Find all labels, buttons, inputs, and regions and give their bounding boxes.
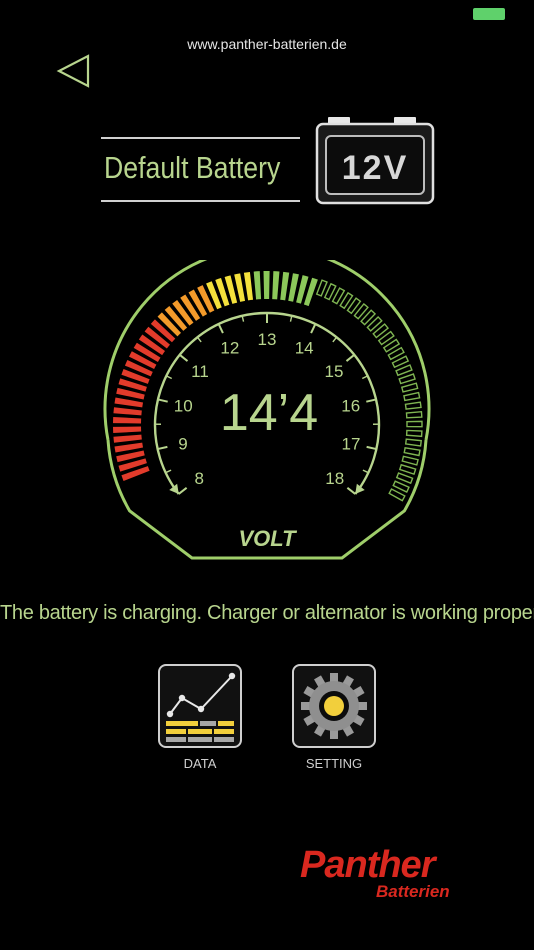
- gauge-level-segment: [113, 407, 142, 416]
- gauge-reading: 14’4: [220, 384, 318, 442]
- gauge-level-segment: [272, 271, 280, 300]
- gauge-minor-tick: [166, 375, 173, 380]
- gauge-outer-segment: [398, 373, 416, 385]
- gauge-level-segment: [114, 397, 144, 408]
- gauge-tick-label: 11: [191, 362, 209, 381]
- gauge-major-tick: [178, 487, 188, 495]
- battery-name-top-rule: [101, 137, 300, 139]
- battery-name-bottom-rule: [101, 200, 300, 202]
- gauge-minor-tick: [362, 469, 369, 474]
- gauge-outer-segment: [395, 364, 413, 377]
- back-arrow-icon[interactable]: [54, 52, 94, 92]
- gauge-major-tick: [346, 487, 356, 495]
- gauge-outer-segment: [404, 438, 422, 447]
- gauge-level-segment: [263, 270, 270, 300]
- gauge-level-segment: [113, 426, 142, 433]
- gauge-outer-segment: [398, 463, 417, 476]
- gauge-tick-label: 10: [174, 396, 193, 415]
- gauge-tick-label: 14: [295, 338, 314, 357]
- gauge-tick-label: 18: [325, 469, 344, 488]
- gauge-tick-label: 13: [258, 330, 277, 349]
- battery-voltage-badge[interactable]: 12V: [314, 114, 436, 206]
- gauge-major-tick: [179, 354, 189, 362]
- logo-subtitle: Batterien: [376, 882, 450, 901]
- gauge-outer-segment: [403, 391, 421, 402]
- gauge-major-tick: [345, 354, 355, 362]
- gauge-level-segment: [113, 417, 142, 424]
- gauge-tick-label: 8: [194, 469, 203, 488]
- battery-name[interactable]: Default Battery: [104, 150, 280, 186]
- gauge-major-tick: [157, 398, 168, 403]
- gauge-outer-segment: [401, 455, 419, 466]
- gauge-minor-tick: [332, 336, 338, 343]
- gauge-outer-segment: [405, 429, 423, 438]
- gauge-outer-segment: [405, 410, 423, 419]
- gauge-major-tick: [310, 323, 317, 334]
- status-battery-icon: [473, 8, 505, 20]
- gauge-outer-segment: [404, 401, 422, 410]
- gauge-level-segment: [114, 442, 144, 453]
- gauge-outer-segment: [388, 488, 406, 502]
- gauge-major-tick: [217, 323, 224, 334]
- data-button[interactable]: [158, 664, 242, 748]
- gauge-major-tick: [157, 445, 168, 451]
- gauge-minor-tick: [196, 336, 202, 343]
- setting-button-label: SETTING: [305, 756, 363, 771]
- gauge-unit-label: VOLT: [238, 526, 297, 551]
- gauge-tick-label: 16: [341, 396, 360, 415]
- data-button-label: DATA: [183, 756, 217, 771]
- gauge-major-tick: [366, 445, 377, 451]
- gauge-level-segment: [243, 271, 254, 301]
- line-chart-icon: [166, 672, 236, 742]
- setting-button[interactable]: [292, 664, 376, 748]
- gear-icon: [301, 673, 367, 739]
- gauge-outer-segment: [395, 472, 414, 485]
- gauge-tick-label: 12: [220, 338, 239, 357]
- gauge-level-segment: [113, 434, 142, 443]
- gauge-outer-segment: [403, 446, 421, 457]
- voltage-badge-text: 12V: [342, 149, 409, 187]
- gauge-tick-label: 15: [325, 362, 344, 381]
- gauge-minor-tick: [165, 469, 172, 474]
- logo-wordmark: Panther: [300, 844, 438, 886]
- website-url: www.panther-batterien.de: [187, 36, 347, 52]
- gauge-minor-tick: [361, 375, 368, 380]
- panther-logo: Panther Batterien: [300, 844, 450, 901]
- gauge-level-segment: [280, 271, 290, 301]
- gauge-outer-segment: [406, 420, 423, 428]
- battery-status-message: The battery is charging. Charger or alte…: [0, 602, 534, 624]
- voltage-gauge: 89 10 11 12 13 14 15 16 17 18 14’4 VOLT: [103, 260, 431, 560]
- gauge-tick-label: 9: [178, 434, 187, 453]
- gauge-outer-segment: [315, 279, 328, 297]
- gauge-tick-label: 17: [342, 434, 361, 453]
- gauge-level-segment: [253, 271, 262, 300]
- gauge-outer-segment: [400, 382, 419, 393]
- gauge-major-tick: [366, 398, 377, 403]
